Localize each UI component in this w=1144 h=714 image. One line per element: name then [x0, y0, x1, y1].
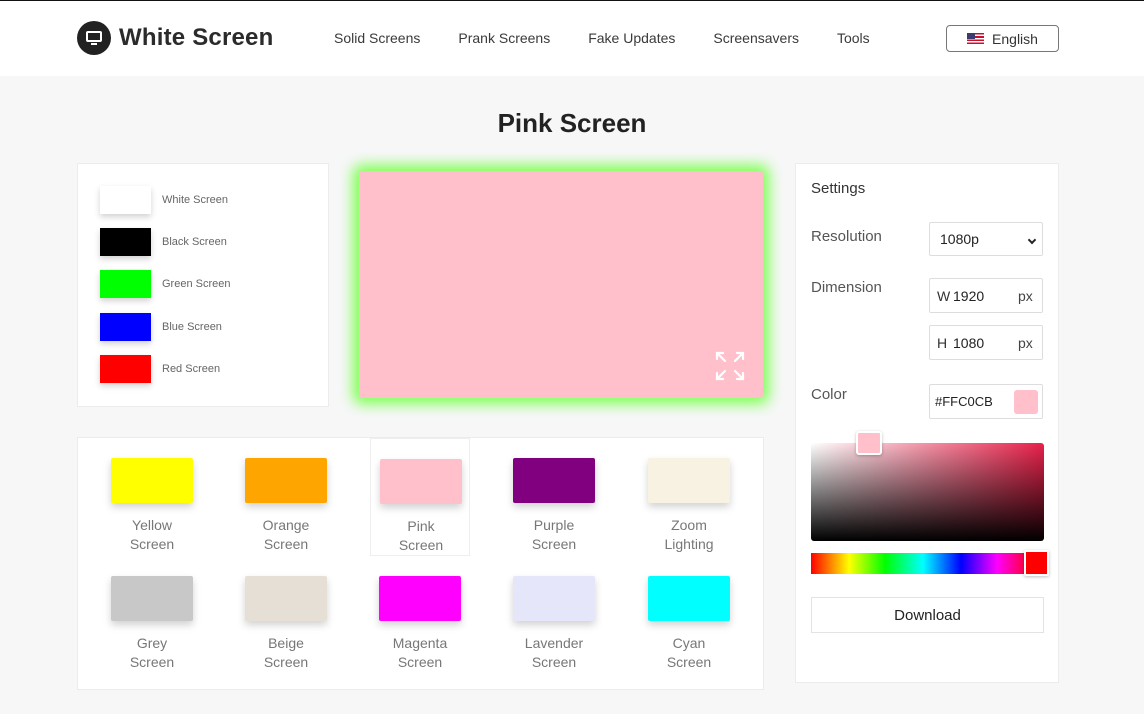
color-swatch	[513, 576, 595, 621]
settings-panel: Settings Resolution 1080p Dimension W 19…	[795, 163, 1059, 683]
quick-screen-black[interactable]: Black Screen	[100, 228, 227, 256]
tile-label: Pink Screen	[398, 518, 444, 553]
quick-screen-label: White Screen	[162, 194, 229, 206]
color-swatch	[100, 313, 151, 341]
tile-label: Cyan Screen	[666, 635, 712, 670]
site-header: White Screen Solid Screens Prank Screens…	[0, 0, 1144, 76]
tile-label: Beige Screen	[263, 635, 309, 670]
screen-tile-grey[interactable]: Grey Screen	[102, 556, 202, 674]
color-hex-input[interactable]: #FFC0CB	[929, 384, 1043, 419]
color-swatch	[111, 458, 193, 503]
quick-screen-label: Black Screen	[162, 236, 227, 248]
quick-screen-red[interactable]: Red Screen	[100, 355, 220, 383]
us-flag-icon	[967, 33, 985, 44]
resolution-select[interactable]: 1080p	[929, 222, 1043, 256]
chevron-down-icon	[1027, 235, 1037, 245]
screen-preview[interactable]	[359, 171, 763, 398]
dimension-label: Dimension	[811, 279, 882, 296]
page-title: Pink Screen	[497, 108, 647, 138]
height-input[interactable]: H 1080 px	[929, 325, 1043, 360]
screen-tile-yellow[interactable]: Yellow Screen	[102, 438, 202, 556]
fullscreen-icon[interactable]	[715, 351, 745, 381]
tile-label: Lavender Screen	[524, 635, 584, 670]
quick-screen-label: Green Screen	[162, 278, 231, 290]
color-swatch	[100, 186, 151, 214]
hue-slider[interactable]	[811, 553, 1035, 574]
brand-name: White Screen	[119, 24, 274, 51]
tile-label: Magenta Screen	[392, 635, 448, 670]
sv-picker-handle[interactable]	[856, 431, 882, 455]
color-swatch	[100, 228, 151, 256]
settings-title: Settings	[811, 180, 866, 197]
tile-label: Zoom Lighting	[664, 517, 714, 552]
resolution-label: Resolution	[811, 228, 882, 245]
quick-screen-white[interactable]: White Screen	[100, 186, 228, 214]
tile-label: Purple Screen	[531, 517, 577, 552]
language-selector[interactable]: English	[946, 25, 1059, 52]
monitor-logo-icon	[77, 21, 111, 55]
screen-tile-purple[interactable]: Purple Screen	[504, 438, 604, 556]
tile-label: Grey Screen	[129, 635, 175, 670]
width-input[interactable]: W 1920 px	[929, 278, 1043, 313]
height-value: 1080	[953, 334, 985, 351]
screen-tile-magenta[interactable]: Magenta Screen	[370, 556, 470, 674]
brand[interactable]: White Screen	[77, 21, 273, 55]
nav-tools[interactable]: Tools	[837, 30, 870, 46]
tile-label: Orange Screen	[262, 517, 310, 552]
height-unit: px	[1018, 334, 1033, 351]
nav-fake-updates[interactable]: Fake Updates	[588, 30, 675, 46]
download-button[interactable]: Download	[811, 597, 1044, 633]
height-prefix: H	[937, 334, 948, 351]
width-unit: px	[1018, 287, 1033, 304]
main-nav: Solid Screens Prank Screens Fake Updates…	[334, 30, 908, 46]
tile-label: Yellow Screen	[129, 517, 175, 552]
quick-screen-label: Blue Screen	[162, 321, 222, 333]
color-swatch	[513, 458, 595, 503]
color-swatch	[380, 459, 462, 504]
quick-screen-label: Red Screen	[162, 363, 221, 375]
color-swatch	[648, 458, 730, 503]
color-swatch	[111, 576, 193, 621]
screen-tile-beige[interactable]: Beige Screen	[236, 556, 336, 674]
resolution-value: 1080p	[940, 231, 979, 247]
width-prefix: W	[937, 287, 951, 304]
hue-slider-handle[interactable]	[1024, 550, 1049, 576]
color-swatch	[245, 458, 327, 503]
saturation-value-picker[interactable]	[811, 431, 1044, 541]
quick-screens-panel: White Screen Black Screen Green Screen B…	[77, 163, 329, 407]
quick-screen-green[interactable]: Green Screen	[100, 270, 230, 298]
language-label: English	[992, 30, 1038, 47]
color-label: Color	[811, 386, 847, 403]
width-value: 1920	[953, 287, 985, 304]
color-swatch	[648, 576, 730, 621]
nav-screensavers[interactable]: Screensavers	[713, 30, 799, 46]
color-swatch	[245, 576, 327, 621]
color-hex-value: #FFC0CB	[935, 394, 993, 409]
screen-tile-zoom-lighting[interactable]: Zoom Lighting	[639, 438, 739, 556]
screen-tile-pink[interactable]: Pink Screen	[370, 438, 470, 556]
screen-tile-cyan[interactable]: Cyan Screen	[639, 556, 739, 674]
color-chip[interactable]	[1014, 390, 1038, 414]
color-swatch	[100, 355, 151, 383]
color-swatch	[379, 576, 461, 621]
nav-prank-screens[interactable]: Prank Screens	[458, 30, 550, 46]
quick-screen-blue[interactable]: Blue Screen	[100, 313, 222, 341]
nav-solid-screens[interactable]: Solid Screens	[334, 30, 420, 46]
screen-grid: Yellow Screen Orange Screen Pink Screen Pur…	[77, 437, 764, 690]
screen-tile-orange[interactable]: Orange Screen	[236, 438, 336, 556]
color-swatch	[100, 270, 151, 298]
screen-tile-lavender[interactable]: Lavender Screen	[504, 556, 604, 674]
